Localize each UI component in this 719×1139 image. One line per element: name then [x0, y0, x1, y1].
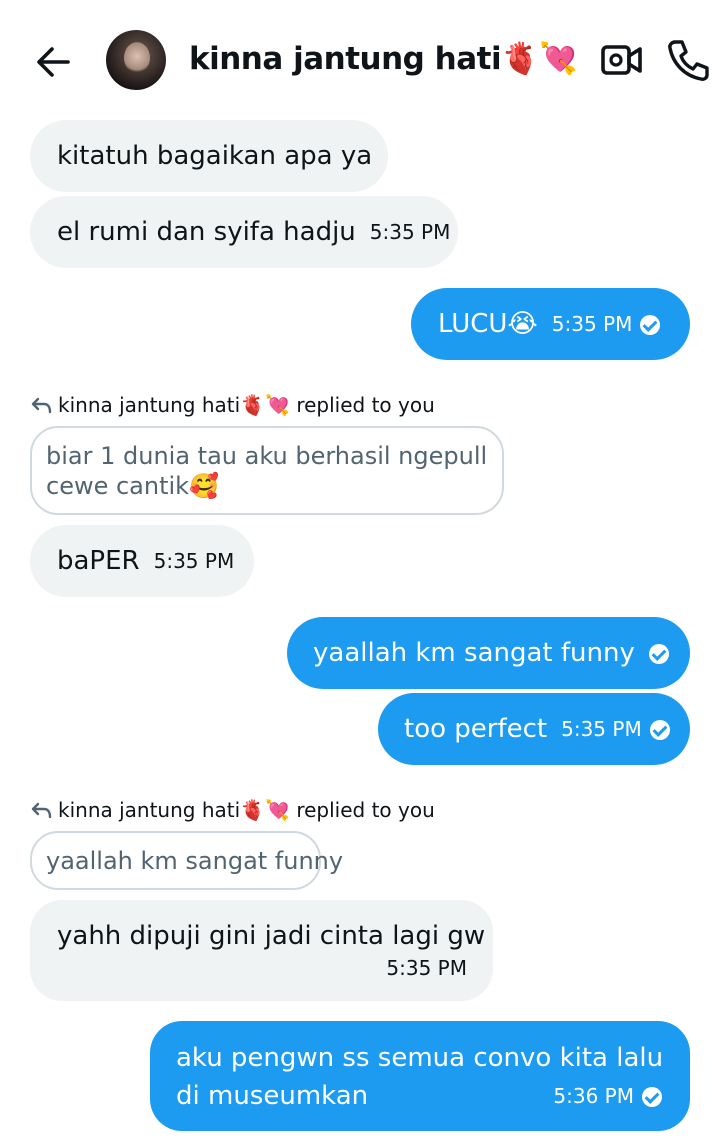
incoming-message[interactable]: el rumi dan syifa hadju 5:35 PM: [30, 196, 458, 268]
phone-icon[interactable]: [665, 37, 711, 83]
outgoing-message[interactable]: too perfect 5:35 PM: [378, 693, 690, 765]
video-call-icon[interactable]: [599, 40, 645, 80]
message-text: kitatuh bagaikan apa ya: [57, 141, 373, 171]
quoted-message[interactable]: yaallah km sangat funny: [30, 831, 344, 890]
message-time: 5:35 PM: [369, 220, 451, 244]
message-time: 5:35 PM: [153, 549, 235, 573]
quoted-text: yaallah km sangat funny: [46, 847, 344, 875]
contact-name[interactable]: kinna jantung hati🫀💘: [189, 40, 578, 77]
quoted-text-line: biar 1 dunia tau aku berhasil ngepull: [46, 442, 488, 470]
incoming-message[interactable]: baPER 5:35 PM: [30, 525, 254, 597]
message-time: 5:36 PM: [553, 1084, 634, 1108]
message-time: 5:35 PM: [386, 956, 467, 980]
message-text: yahh dipuji gini jadi cinta lagi gw: [57, 921, 486, 951]
incoming-message[interactable]: kitatuh bagaikan apa ya: [30, 120, 388, 192]
message-text: LUCU😭: [438, 309, 538, 339]
reply-label: kinna jantung hati🫀💘 replied to you: [58, 798, 435, 822]
reply-indicator: kinna jantung hati🫀💘 replied to you: [30, 393, 435, 417]
message-text-line: di museumkan: [176, 1081, 369, 1111]
message-text: yaallah km sangat funny: [313, 638, 635, 668]
quoted-message[interactable]: biar 1 dunia tau aku berhasil ngepull ce…: [30, 426, 504, 515]
reply-indicator: kinna jantung hati🫀💘 replied to you: [30, 798, 435, 822]
message-text: baPER: [57, 546, 140, 576]
read-check-icon: [640, 315, 661, 335]
message-time: 5:35 PM: [551, 312, 633, 336]
reply-arrow-icon: [31, 802, 52, 819]
avatar[interactable]: [106, 30, 166, 90]
quoted-text-line: cewe cantik🥰: [46, 472, 219, 500]
message-time: 5:35 PM: [561, 717, 642, 741]
outgoing-message[interactable]: LUCU😭 5:35 PM: [411, 288, 690, 360]
outgoing-message[interactable]: yaallah km sangat funny: [287, 617, 690, 689]
incoming-message[interactable]: yahh dipuji gini jadi cinta lagi gw 5:35…: [30, 900, 493, 1001]
message-text: el rumi dan syifa hadju: [57, 217, 356, 247]
message-text-line: aku pengwn ss semua convo kita lalu: [176, 1043, 664, 1073]
outgoing-message[interactable]: aku pengwn ss semua convo kita lalu di m…: [150, 1021, 690, 1131]
back-arrow-icon[interactable]: [30, 38, 78, 86]
read-check-icon: [642, 1087, 662, 1107]
reply-arrow-icon: [31, 397, 52, 414]
read-check-icon: [649, 720, 670, 740]
reply-label: kinna jantung hati🫀💘 replied to you: [58, 393, 435, 417]
chat-header: kinna jantung hati🫀💘: [0, 0, 719, 118]
read-check-icon: [648, 644, 669, 664]
message-text: too perfect: [404, 714, 548, 744]
